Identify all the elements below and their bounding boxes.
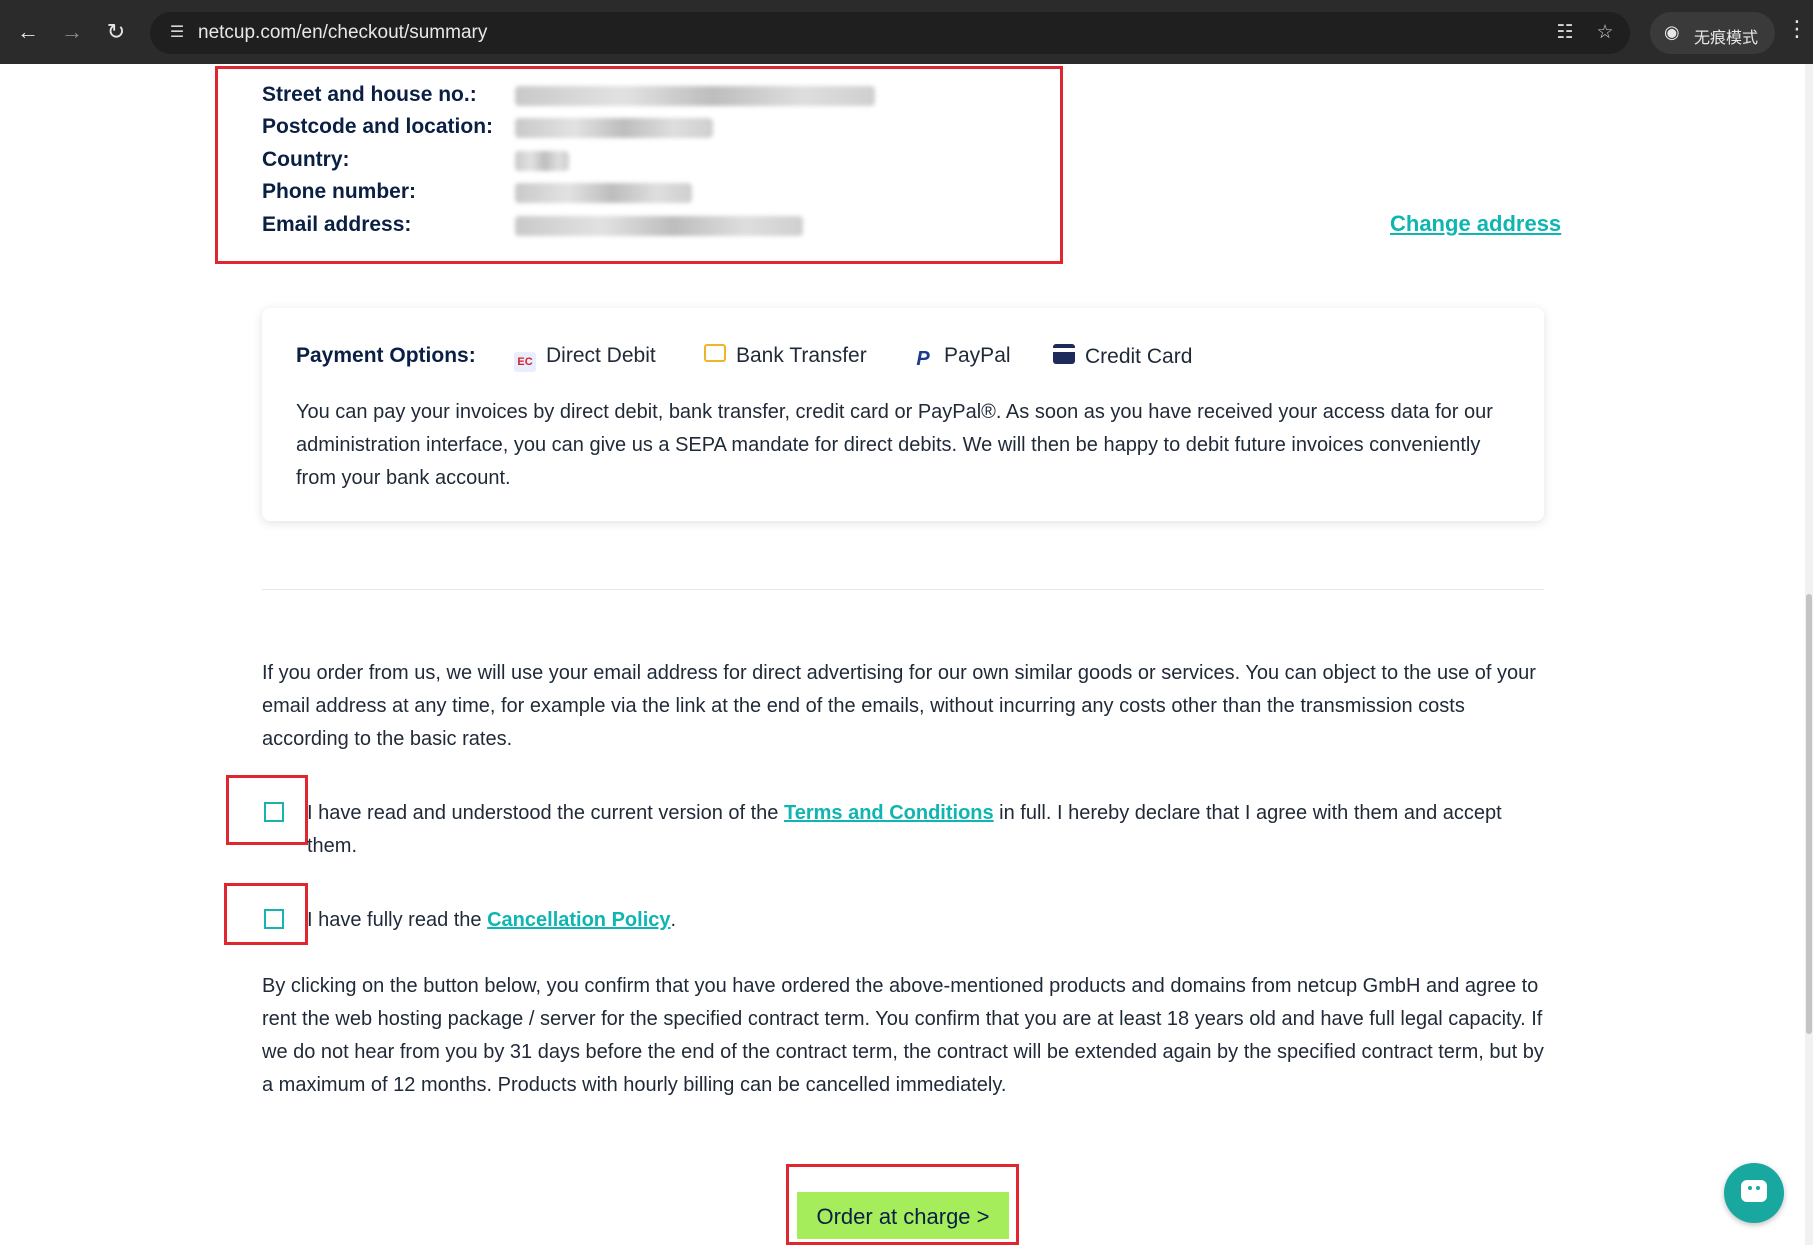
section-divider [262,589,1544,590]
bank-transfer-icon [704,344,726,362]
site-info-icon[interactable]: ☰ [166,22,188,44]
incognito-icon: ◉ [1664,22,1680,42]
value-email-redacted [515,216,803,236]
label-email: Email address: [262,213,412,236]
terms-label: I have read and understood the current v… [307,802,1502,857]
label-phone: Phone number: [262,180,417,203]
change-address-link[interactable]: Change address [1390,211,1561,237]
payment-options-card: Payment Options: EC Direct Debit Bank Tra… [262,308,1544,521]
label-postcode: Postcode and location: [262,115,494,138]
chat-icon [1741,1180,1767,1202]
incognito-indicator[interactable]: ◉ 无痕模式 [1650,12,1775,54]
address-bar[interactable]: ☰ netcup.com/en/checkout/summary ☷ ☆ [150,12,1630,54]
label-country: Country: [262,148,350,171]
cancellation-label: I have fully read the Cancellation Polic… [307,909,677,931]
url-text[interactable]: netcup.com/en/checkout/summary [198,22,487,44]
value-postcode-redacted [515,118,713,138]
bookmark-star-icon[interactable]: ☆ [1593,21,1617,45]
browser-menu-icon[interactable]: ⋮ [1786,16,1808,42]
order-at-charge-button[interactable]: Order at charge > [797,1192,1009,1239]
confirmation-text: By clicking on the button below, you con… [262,975,1544,1096]
advertising-notice: If you order from us, we will use your e… [262,662,1536,750]
value-phone-redacted [515,183,692,203]
value-country-redacted [515,151,569,171]
cancellation-checkbox[interactable] [264,909,284,929]
payment-option-paypal: P PayPal [912,344,1010,370]
scrollbar-thumb[interactable] [1806,594,1812,1034]
terms-and-conditions-link[interactable]: Terms and Conditions [784,802,994,824]
browser-toolbar: ← → ↻ ☰ netcup.com/en/checkout/summary ☷… [0,0,1813,64]
reload-icon[interactable]: ↻ [102,18,130,46]
terms-checkbox[interactable] [264,802,284,822]
incognito-label: 无痕模式 [1694,28,1759,47]
label-street: Street and house no.: [262,83,477,106]
back-icon[interactable]: ← [14,18,42,46]
page-scrollbar[interactable] [1805,64,1813,1245]
forward-icon[interactable]: → [58,18,86,46]
cancellation-policy-link[interactable]: Cancellation Policy [487,909,670,931]
chat-support-button[interactable] [1724,1163,1784,1223]
translate-icon[interactable]: ☷ [1553,21,1577,45]
paypal-icon: P [916,348,930,370]
value-street-redacted [515,86,875,106]
payment-options-title: Payment Options: [296,344,476,367]
payment-option-direct-debit: EC Direct Debit [514,344,656,372]
payment-option-bank-transfer: Bank Transfer [704,344,867,368]
direct-debit-icon: EC [514,352,536,372]
credit-card-icon [1053,344,1075,364]
payment-option-credit-card: Credit Card [1053,344,1192,369]
payment-description: You can pay your invoices by direct debi… [296,401,1493,489]
